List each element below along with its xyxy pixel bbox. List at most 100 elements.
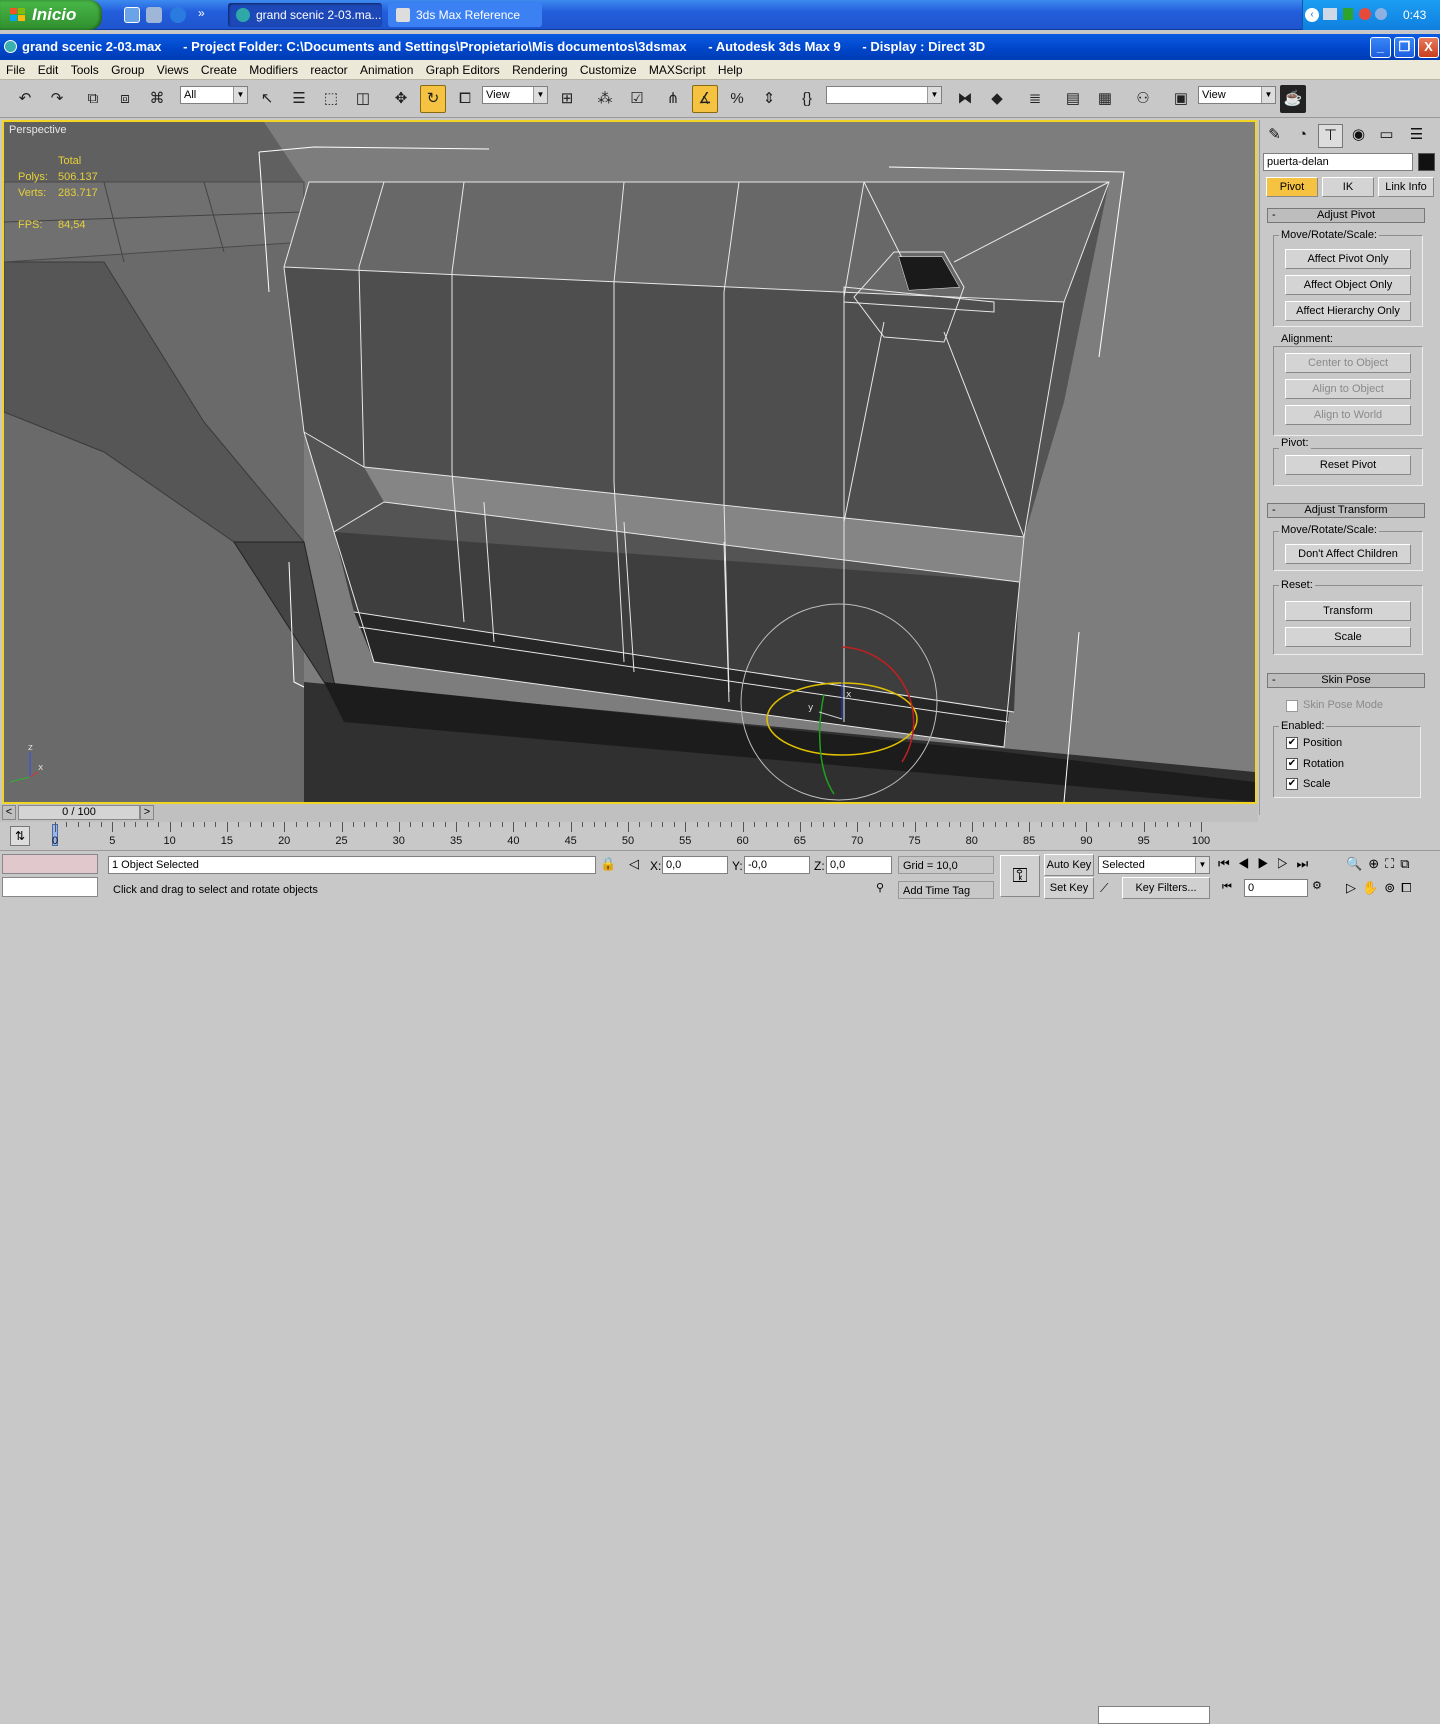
x-coordinate-field[interactable]: 0,0 [662,856,728,874]
selection-set-dropdown[interactable]: Selected ▼ [1098,856,1210,874]
spinner-snap-icon[interactable]: ⇕ [756,85,782,113]
reference-coordinate-dropdown[interactable]: View ▼ [482,86,548,104]
play-icon[interactable]: ▶ [1257,856,1277,871]
set-keys-key-icon[interactable]: ⚿ [1000,855,1040,897]
quick-render-icon[interactable]: ☕ [1280,85,1306,113]
menu-animation[interactable]: Animation [357,60,416,80]
next-frame-icon[interactable]: ▷ [1277,856,1297,871]
zoom-extents-icon[interactable]: ⛶ [1385,856,1400,871]
redo-icon[interactable]: ↷ [44,85,70,113]
key-filters-button[interactable]: Key Filters... [1122,877,1210,899]
percent-snap-icon[interactable]: % [724,85,750,113]
undo-icon[interactable]: ↶ [12,85,38,113]
dont-affect-children-button[interactable]: Don't Affect Children [1285,544,1411,564]
affect-hierarchy-only-button[interactable]: Affect Hierarchy Only [1285,301,1411,321]
track-bar[interactable]: ⇅ 0 5 10 15 20 25 30 35 40 45 50 55 60 65 70 75 80 85 90 95… [0,822,1258,850]
select-object-icon[interactable]: ↖ [254,85,280,113]
center-to-object-button[interactable]: Center to Object [1285,353,1411,373]
position-checkbox[interactable]: ✔ [1286,737,1298,749]
pivot-center-icon[interactable]: ⊞ [554,85,580,113]
select-and-scale-icon[interactable]: ⧠ [452,85,478,113]
menu-maxscript[interactable]: MAXScript [646,60,709,80]
angle-snap-toggle-icon[interactable]: ∡ [692,85,718,113]
adjust-pivot-rollout-header[interactable]: - Adjust Pivot [1267,208,1425,223]
object-color-swatch[interactable] [1418,153,1435,171]
key-mode-toggle-icon[interactable]: ⏮ [1222,881,1232,894]
menu-views[interactable]: Views [154,60,192,80]
default-tangent-icon[interactable]: ⟋ [1100,881,1118,899]
reset-transform-button[interactable]: Transform [1285,601,1411,621]
quicklaunch-app-icon[interactable] [146,7,162,23]
task-reference[interactable]: 3ds Max Reference [388,3,542,27]
maxscript-listener-output[interactable] [2,877,98,897]
reset-pivot-button[interactable]: Reset Pivot [1285,455,1411,475]
go-to-start-icon[interactable]: ⏮ [1218,856,1238,871]
arc-rotate-icon[interactable]: ⊚ [1384,880,1401,895]
affect-object-only-button[interactable]: Affect Object Only [1285,275,1411,295]
previous-frame-icon[interactable]: ◀ [1238,856,1258,871]
rotation-checkbox[interactable]: ✔ [1286,758,1298,770]
select-and-move-icon[interactable]: ✥ [388,85,414,113]
quicklaunch-more-icon[interactable]: » [198,6,205,20]
select-and-rotate-icon[interactable]: ↻ [420,85,446,113]
tray-green-icon[interactable] [1343,8,1353,20]
curve-editor-icon[interactable]: ▤ [1060,85,1086,113]
viewport-scene[interactable]: x y z x [4,122,1255,802]
object-name-field[interactable]: puerta-delan [1263,153,1413,171]
render-view-dropdown[interactable]: View ▼ [1198,86,1276,104]
mirror-icon[interactable]: ⧓ [952,85,978,113]
snaps-toggle-icon[interactable]: ⋔ [660,85,686,113]
close-button[interactable]: X [1418,37,1439,58]
add-time-tag-button[interactable]: Add Time Tag [898,881,994,899]
auto-key-button[interactable]: Auto Key [1044,854,1094,876]
absolute-mode-icon[interactable]: ◁ [626,856,642,874]
material-editor-icon[interactable]: ⚇ [1130,85,1156,113]
maxscript-listener-mini[interactable] [2,854,98,874]
align-to-world-button[interactable]: Align to World [1285,405,1411,425]
modify-tab-icon[interactable]: ◔ [1290,124,1315,148]
motion-tab-icon[interactable]: ◉ [1346,124,1371,148]
antivirus-icon[interactable] [1359,8,1371,20]
current-frame-field[interactable]: 0 [1244,879,1308,897]
layer-manager-icon[interactable]: ≣ [1022,85,1048,113]
start-button[interactable]: Inicio [0,0,102,30]
go-to-end-icon[interactable]: ⏭ [1297,856,1317,871]
rectangular-selection-icon[interactable]: ⬚ [318,85,344,113]
set-key-button[interactable]: Set Key [1044,877,1094,899]
time-slider-thumb[interactable]: 0 / 100 [18,805,140,820]
align-icon[interactable]: ◆ [984,85,1010,113]
skin-pose-mode-checkbox[interactable] [1286,700,1298,712]
align-to-object-button[interactable]: Align to Object [1285,379,1411,399]
time-slider[interactable]: < 0 / 100 > [0,804,1258,822]
zoom-all-icon[interactable]: ⊕ [1368,856,1385,871]
select-by-name-icon[interactable]: ☰ [286,85,312,113]
menu-customize[interactable]: Customize [577,60,640,80]
volume-icon[interactable] [1375,8,1387,20]
display-tab-icon[interactable]: ▭ [1374,124,1399,148]
create-tab-icon[interactable]: ✎ [1262,124,1287,148]
selection-lock-icon[interactable]: 🔒 [600,856,616,874]
menu-rendering[interactable]: Rendering [509,60,570,80]
render-scene-icon[interactable]: ▣ [1168,85,1194,113]
viewport-label[interactable]: Perspective [9,124,66,136]
quicklaunch-desktop-icon[interactable] [124,7,140,23]
key-mode-dropdown[interactable] [1098,1706,1210,1724]
skin-pose-rollout-header[interactable]: - Skin Pose [1267,673,1425,688]
menu-group[interactable]: Group [108,60,147,80]
minimize-button[interactable]: _ [1370,37,1391,58]
menu-graph-editors[interactable]: Graph Editors [423,60,503,80]
link-info-tab-button[interactable]: Link Info [1378,177,1434,197]
y-coordinate-field[interactable]: -0,0 [744,856,810,874]
select-and-link-icon[interactable]: ⧉ [80,85,106,113]
menu-help[interactable]: Help [715,60,746,80]
menu-tools[interactable]: Tools [68,60,102,80]
task-3dsmax[interactable]: grand scenic 2-03.ma... [228,3,382,27]
maximize-button[interactable]: ❐ [1394,37,1415,58]
bind-space-warp-icon[interactable]: ⌘ [144,85,170,113]
menu-reactor[interactable]: reactor [307,60,350,80]
edit-named-selection-icon[interactable]: {} [794,85,820,113]
unlink-icon[interactable]: ⧈ [112,85,138,113]
hierarchy-tab-icon[interactable]: ⊤ [1318,124,1343,148]
named-selection-dropdown[interactable]: ▼ [826,86,942,104]
network-icon[interactable] [1323,8,1337,20]
